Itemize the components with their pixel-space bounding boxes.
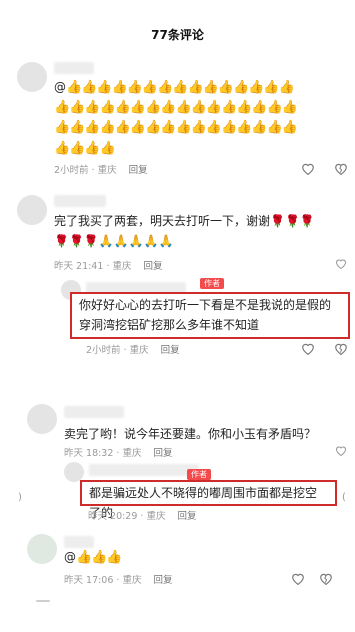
next-comment-partial bbox=[36, 600, 50, 602]
highlighted-author-reply: 都是骗远处人不晓得的嘟周围市面都是挖空了的 bbox=[80, 480, 337, 520]
avatar[interactable] bbox=[27, 534, 57, 564]
comment-text-continued: 🌹🌹🌹🙏🙏🙏🙏🙏 bbox=[54, 234, 174, 248]
comment-meta: 昨天 17:06 · 重庆 回复 bbox=[64, 572, 172, 586]
comment-emoji-row: 👍👍👍 bbox=[76, 550, 123, 565]
reply-button[interactable]: 回复 bbox=[153, 572, 172, 586]
dislike-broken-heart-icon[interactable] bbox=[333, 340, 349, 356]
comment-count-title: 77条评论 bbox=[151, 28, 204, 42]
mention-prefix[interactable]: @ bbox=[54, 78, 66, 97]
comment-time-location: 昨天 18:32 · 重庆 bbox=[64, 448, 142, 459]
username-blurred[interactable] bbox=[64, 536, 94, 548]
reply-button[interactable]: 回复 bbox=[177, 508, 196, 522]
author-badge: 作者 bbox=[187, 469, 211, 480]
reply-meta: 2小时前 · 重庆 回复 bbox=[86, 342, 180, 356]
reply-button[interactable]: 回复 bbox=[129, 162, 148, 176]
author-name-blurred[interactable] bbox=[89, 464, 199, 476]
comment-text: 卖完了哟！说今年还要建。你和小玉有矛盾吗？ bbox=[64, 427, 317, 441]
chevron-edge-icon bbox=[333, 256, 349, 272]
username-blurred[interactable] bbox=[54, 195, 106, 207]
comment-time-location: 昨天 17:06 · 重庆 bbox=[64, 575, 142, 586]
mention-prefix[interactable]: @ bbox=[64, 548, 76, 567]
left-edge-bracket-icon: ) bbox=[18, 492, 22, 503]
author-avatar[interactable] bbox=[64, 462, 84, 482]
avatar[interactable] bbox=[17, 62, 47, 92]
author-badge: 作者 bbox=[200, 278, 224, 289]
comment-text: 完了我买了两套，明天去打听一下，谢谢🌹🌹🌹 bbox=[54, 214, 315, 228]
author-reply-text: 你好好心心的去打听一下看是不是我说的是假的穿洞湾挖铝矿挖那么多年谁不知道 bbox=[79, 298, 332, 332]
partial-heart-icon bbox=[333, 443, 349, 459]
like-heart-icon[interactable] bbox=[300, 160, 316, 176]
comment-meta: 昨天 21:41 · 重庆 回复 bbox=[54, 258, 162, 272]
right-edge-bracket-icon: ( bbox=[342, 492, 346, 503]
dislike-broken-heart-icon[interactable] bbox=[318, 570, 334, 586]
comment-time-location: 2小时前 · 重庆 bbox=[54, 165, 117, 176]
comment-emoji-row: 👍👍👍👍👍👍👍👍👍👍👍👍👍👍👍👍 bbox=[54, 100, 298, 115]
like-heart-icon[interactable] bbox=[300, 340, 316, 356]
comment-emoji-row: 👍👍👍👍👍👍👍👍👍👍👍👍👍👍👍👍 bbox=[54, 120, 298, 135]
comment-emoji-row: 👍👍👍👍👍👍👍👍👍👍👍👍👍👍👍 bbox=[66, 80, 295, 95]
reply-button[interactable]: 回复 bbox=[153, 445, 172, 459]
reply-time-location: 昨天 20:29 · 重庆 bbox=[88, 511, 166, 522]
reply-button[interactable]: 回复 bbox=[143, 258, 162, 272]
dislike-broken-heart-icon[interactable] bbox=[333, 160, 349, 176]
avatar[interactable] bbox=[17, 195, 47, 225]
username-blurred[interactable] bbox=[54, 62, 94, 74]
comments-header: 77条评论 bbox=[0, 0, 355, 62]
highlighted-author-reply: 你好好心心的去打听一下看是不是我说的是假的穿洞湾挖铝矿挖那么多年谁不知道 bbox=[70, 292, 350, 339]
like-heart-icon[interactable] bbox=[290, 570, 306, 586]
reply-meta: 昨天 20:29 · 重庆 回复 bbox=[88, 508, 196, 522]
reply-button[interactable]: 回复 bbox=[161, 342, 180, 356]
comment-time-location: 昨天 21:41 · 重庆 bbox=[54, 261, 132, 272]
comment-emoji-row: 👍👍👍👍 bbox=[54, 141, 116, 156]
avatar[interactable] bbox=[27, 404, 57, 434]
reply-time-location: 2小时前 · 重庆 bbox=[86, 345, 149, 356]
comment-meta: 2小时前 · 重庆 回复 bbox=[54, 162, 148, 176]
username-blurred[interactable] bbox=[64, 406, 124, 418]
comment-meta: 昨天 18:32 · 重庆 回复 bbox=[64, 445, 172, 459]
